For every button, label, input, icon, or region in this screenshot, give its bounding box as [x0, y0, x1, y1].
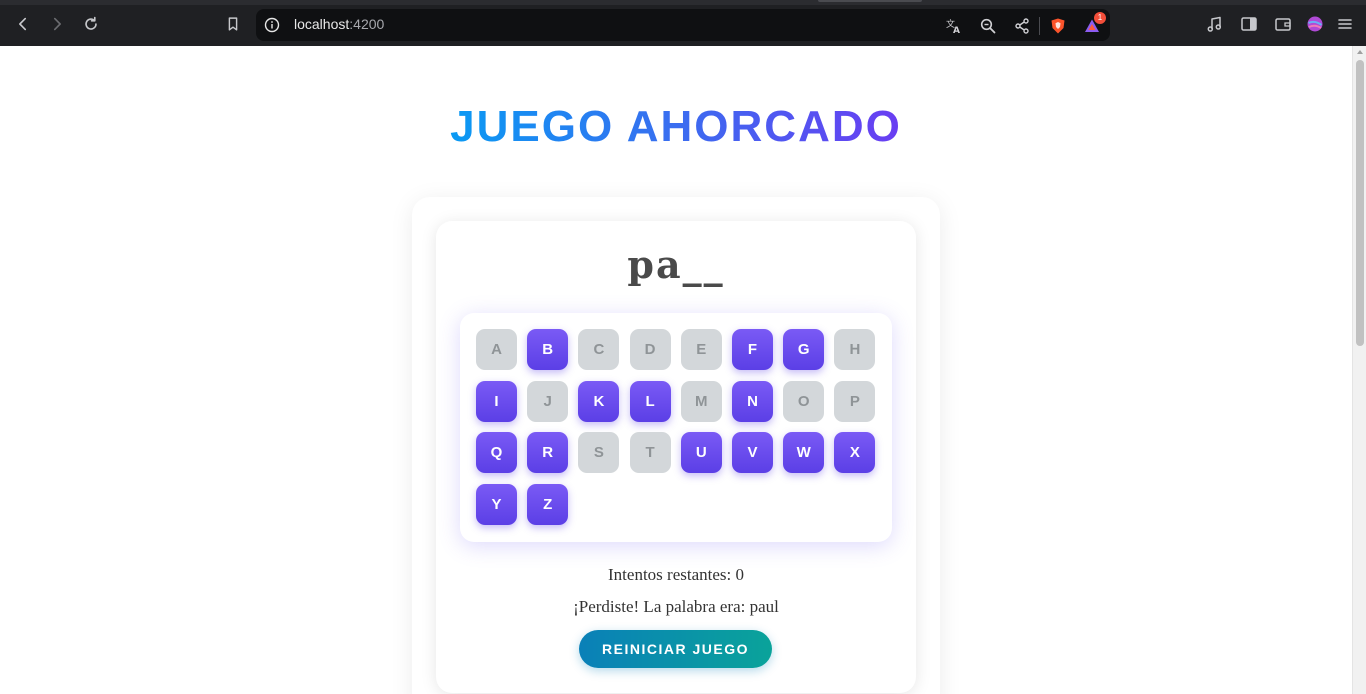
letter-key-c: C	[578, 329, 620, 370]
letter-key-m: M	[680, 380, 722, 422]
letter-key-x[interactable]: X	[834, 432, 876, 474]
letter-key-r[interactable]: R	[527, 432, 569, 474]
letter-key-j: J	[527, 380, 569, 422]
share-icon[interactable]	[1013, 17, 1031, 35]
letter-key-p: P	[834, 380, 876, 422]
hidden-word-display: pa__	[627, 242, 725, 287]
letter-key-l[interactable]: L	[629, 380, 671, 422]
letter-key-v[interactable]: V	[732, 432, 773, 474]
tab-strip	[0, 0, 1366, 5]
page-title: JUEGO AHORCADO	[0, 100, 1352, 154]
page-scrollbar[interactable]	[1352, 46, 1366, 694]
letter-key-q[interactable]: Q	[476, 432, 517, 474]
zoom-icon[interactable]	[979, 17, 997, 35]
url-port: :4200	[349, 16, 385, 32]
letter-key-a: A	[476, 329, 517, 370]
translate-icon[interactable]: 文A	[945, 17, 963, 36]
address-bar-divider	[1039, 17, 1040, 35]
browser-toolbar: localhost:4200 文A 1	[0, 0, 1366, 46]
letter-key-s: S	[578, 432, 620, 474]
menu-icon[interactable]	[1335, 14, 1355, 34]
letter-key-i[interactable]: I	[476, 380, 517, 422]
page-title-text: JUEGO AHORCADO	[450, 102, 902, 151]
media-icon[interactable]	[1205, 14, 1225, 34]
site-info-icon[interactable]	[264, 17, 280, 33]
wallet-icon[interactable]	[1273, 14, 1293, 34]
letter-key-e: E	[680, 329, 722, 370]
active-tab-indicator	[818, 0, 922, 2]
letter-key-u[interactable]: U	[680, 432, 722, 474]
letter-key-k[interactable]: K	[578, 380, 620, 422]
letter-key-h: H	[834, 329, 876, 370]
letter-key-g[interactable]: G	[783, 329, 825, 370]
letter-key-z[interactable]: Z	[527, 484, 569, 526]
attempts-remaining: Intentos restantes: 0	[608, 565, 744, 584]
svg-text:A: A	[953, 26, 960, 35]
letter-key-n[interactable]: N	[732, 380, 773, 422]
rewards-notification-badge: 1	[1094, 12, 1106, 24]
letter-key-f[interactable]: F	[732, 329, 773, 370]
forward-icon[interactable]	[46, 13, 68, 35]
game-result-message: ¡Perdiste! La palabra era: paul	[573, 597, 779, 616]
letter-key-d: D	[629, 329, 671, 370]
sidebar-icon[interactable]	[1239, 14, 1259, 34]
reload-icon[interactable]	[80, 13, 102, 35]
bookmark-icon[interactable]	[222, 13, 244, 35]
back-icon[interactable]	[12, 13, 34, 35]
reset-game-button[interactable]: REINICIAR JUEGO	[579, 630, 772, 668]
scroll-up-arrow-icon[interactable]	[1357, 50, 1363, 54]
letter-key-w[interactable]: W	[783, 432, 825, 474]
url-host: localhost	[294, 16, 350, 32]
address-bar[interactable]: localhost:4200 文A 1	[256, 9, 1110, 41]
letter-key-o: O	[783, 380, 825, 422]
letter-key-t: T	[629, 432, 671, 474]
scrollbar-thumb[interactable]	[1356, 60, 1364, 346]
url-text[interactable]: localhost:4200	[294, 16, 384, 32]
brave-shields-icon[interactable]	[1049, 17, 1067, 35]
profile-avatar-icon[interactable]	[1305, 14, 1325, 34]
letter-keyboard: ABCDEFGH IJKLMNOP QRSTUVWX YZ	[460, 313, 892, 542]
letter-key-b[interactable]: B	[527, 329, 569, 370]
letter-key-y[interactable]: Y	[476, 484, 517, 526]
